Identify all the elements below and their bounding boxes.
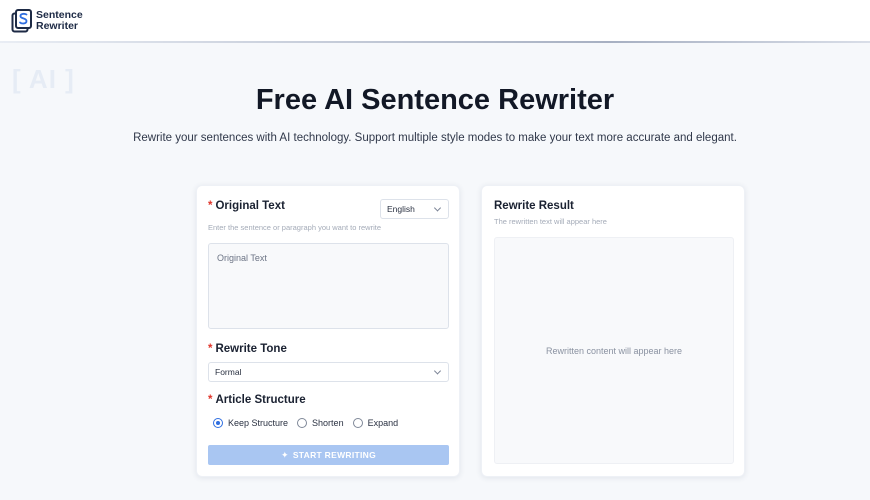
input-panel: * Original Text English Enter the sentenc… <box>196 185 460 477</box>
radio-keep-structure[interactable]: Keep Structure <box>213 418 288 428</box>
structure-radio-group: Keep Structure Shorten Expand <box>213 418 402 428</box>
radio-expand[interactable]: Expand <box>352 418 399 428</box>
start-rewriting-button[interactable]: ✦ START REWRITING <box>208 445 449 465</box>
required-mark: * <box>208 200 213 212</box>
chevron-down-icon <box>433 204 442 212</box>
rewrite-tone-label: * Rewrite Tone <box>208 343 287 355</box>
page-subtitle: Rewrite your sentences with AI technolog… <box>133 132 737 144</box>
radio-expand-label: Expand <box>367 418 399 428</box>
top-header: Sentence Rewriter <box>0 0 870 43</box>
required-mark: * <box>208 343 213 355</box>
radio-shorten[interactable]: Shorten <box>297 418 344 428</box>
rewrite-result-hint: The rewritten text will appear here <box>494 217 607 226</box>
page-title: Free AI Sentence Rewriter <box>255 84 615 116</box>
result-panel: Rewrite Result The rewritten text will a… <box>481 185 745 477</box>
radio-unchecked-icon[interactable] <box>297 418 308 428</box>
rewrite-result-title: Rewrite Result <box>494 200 574 212</box>
article-structure-label: * Article Structure <box>208 394 306 406</box>
language-select-value: English <box>387 204 415 214</box>
sparkle-icon: ✦ <box>280 449 289 460</box>
radio-checked-icon[interactable] <box>213 418 223 428</box>
original-text-label: * Original Text <box>208 200 285 212</box>
rewrite-result-output[interactable]: Rewritten content will appear here <box>494 237 734 464</box>
original-text-input[interactable]: Original Text <box>208 243 449 329</box>
start-rewriting-label: START REWRITING <box>292 450 377 460</box>
chevron-down-icon <box>433 367 442 375</box>
original-text-hint: Enter the sentence or paragraph you want… <box>208 223 382 232</box>
article-structure-label-text: Article Structure <box>215 394 306 406</box>
required-mark: * <box>208 394 213 406</box>
radio-unchecked-icon[interactable] <box>352 418 363 428</box>
original-text-label-text: Original Text <box>215 200 285 212</box>
rewrite-tone-select[interactable]: Formal <box>208 362 449 382</box>
rewrite-result-placeholder: Rewritten content will appear here <box>545 345 683 356</box>
rewrite-tone-value: Formal <box>215 367 242 377</box>
brand-line-2: Rewriter <box>36 20 79 32</box>
original-text-placeholder: Original Text <box>217 253 267 263</box>
language-select[interactable]: English <box>380 199 449 219</box>
radio-keep-structure-label: Keep Structure <box>228 418 289 428</box>
brand-name[interactable]: Sentence Rewriter <box>36 10 83 32</box>
rewrite-tone-label-text: Rewrite Tone <box>215 343 287 355</box>
logo-icon[interactable] <box>11 9 33 33</box>
radio-shorten-label: Shorten <box>312 418 344 428</box>
